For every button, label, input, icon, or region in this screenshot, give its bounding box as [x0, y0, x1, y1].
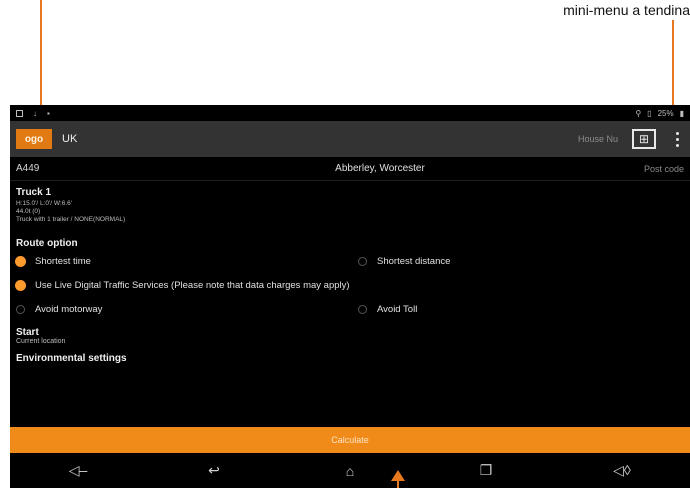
route-options-row-2: Use Live Digital Traffic Services (Pleas…: [10, 273, 690, 297]
annotated-screenshot: mini-menu a tendina ↓ ▪ ⚲ ▯ 25% ▮ ogo UK…: [0, 0, 690, 488]
route-options-row-3: Avoid motorway Avoid Toll: [10, 297, 690, 321]
recent-apps-icon[interactable]: ❐: [466, 462, 506, 479]
house-number-field[interactable]: House Nu: [578, 134, 618, 144]
option-label: Avoid Toll: [377, 303, 418, 315]
location-icon: ⚲: [635, 108, 642, 118]
radio-unselected-icon: [358, 304, 367, 314]
avoid-toll-option[interactable]: Avoid Toll: [358, 304, 417, 315]
status-bar: ↓ ▪ ⚲ ▯ 25% ▮: [10, 105, 690, 121]
download-icon: ↓: [33, 108, 37, 118]
signal-icon: ▯: [647, 108, 652, 118]
start-value[interactable]: Current location: [10, 338, 690, 345]
app-logo: ogo: [16, 129, 52, 149]
truck-trailer: Truck with 1 trailer / NONE(NORMAL): [16, 216, 126, 223]
radio-unselected-icon: [358, 256, 367, 266]
calculate-button[interactable]: Calculate: [10, 427, 690, 453]
app-bar: ogo UK House Nu ⊞: [10, 121, 690, 157]
route-options-row-1: Shortest time Shortest distance: [10, 249, 690, 273]
radio-selected-icon: [16, 256, 25, 266]
start-title: Start: [16, 327, 39, 338]
shortest-time-option[interactable]: Shortest time: [16, 256, 358, 267]
shortest-distance-option[interactable]: Shortest distance: [358, 256, 450, 267]
device-screen: ↓ ▪ ⚲ ▯ 25% ▮ ogo UK House Nu ⊞ A449 Abb…: [10, 105, 690, 488]
place-field[interactable]: Abberley, Worcester: [196, 163, 564, 174]
option-label: Shortest distance: [377, 255, 451, 267]
gallery-icon: ▪: [47, 108, 50, 118]
radio-selected-icon: [16, 280, 25, 290]
back-icon[interactable]: ↩: [194, 462, 234, 479]
battery-text: 25%: [657, 108, 674, 118]
truck-profile[interactable]: Truck 1 H:15.0'/ L:0'/ W:6.6' 44.0t (0) …: [10, 181, 690, 224]
volume-up-icon[interactable]: ◁◊: [602, 462, 642, 479]
caption-text: mini-menu a tendina: [563, 2, 690, 18]
environmental-settings-title[interactable]: Environmental settings: [10, 353, 690, 364]
postcode-field[interactable]: Post code: [564, 164, 684, 174]
truck-weight: 44.0t (0): [16, 208, 41, 215]
option-label: Use Live Digital Traffic Services (Pleas…: [35, 279, 350, 291]
avoid-motorway-option[interactable]: Avoid motorway: [16, 304, 358, 315]
truck-title: Truck 1: [16, 187, 52, 198]
option-label: Avoid motorway: [35, 303, 103, 315]
battery-icon: ▮: [679, 108, 684, 118]
home-icon[interactable]: ⌂: [330, 463, 370, 479]
live-traffic-option[interactable]: Use Live Digital Traffic Services (Pleas…: [16, 280, 350, 291]
volume-down-icon[interactable]: ◁–: [58, 462, 98, 479]
android-nav-bar: ◁– ↩ ⌂ ❐ ◁◊: [10, 453, 690, 488]
map-icon[interactable]: ⊞: [632, 129, 656, 149]
annotation-arrow-right: [672, 20, 674, 106]
road-field[interactable]: A449: [16, 163, 196, 174]
overflow-menu-icon[interactable]: [670, 131, 684, 147]
country-field[interactable]: UK: [62, 133, 578, 145]
notification-icon: [16, 109, 23, 117]
address-row: A449 Abberley, Worcester Post code: [10, 157, 690, 181]
truck-dimensions: H:15.0'/ L:0'/ W:6.6': [16, 200, 72, 207]
route-option-title: Route option: [16, 238, 78, 249]
annotation-arrow-bottom: [397, 480, 399, 488]
option-label: Shortest time: [35, 255, 91, 267]
radio-unselected-icon: [16, 304, 25, 314]
